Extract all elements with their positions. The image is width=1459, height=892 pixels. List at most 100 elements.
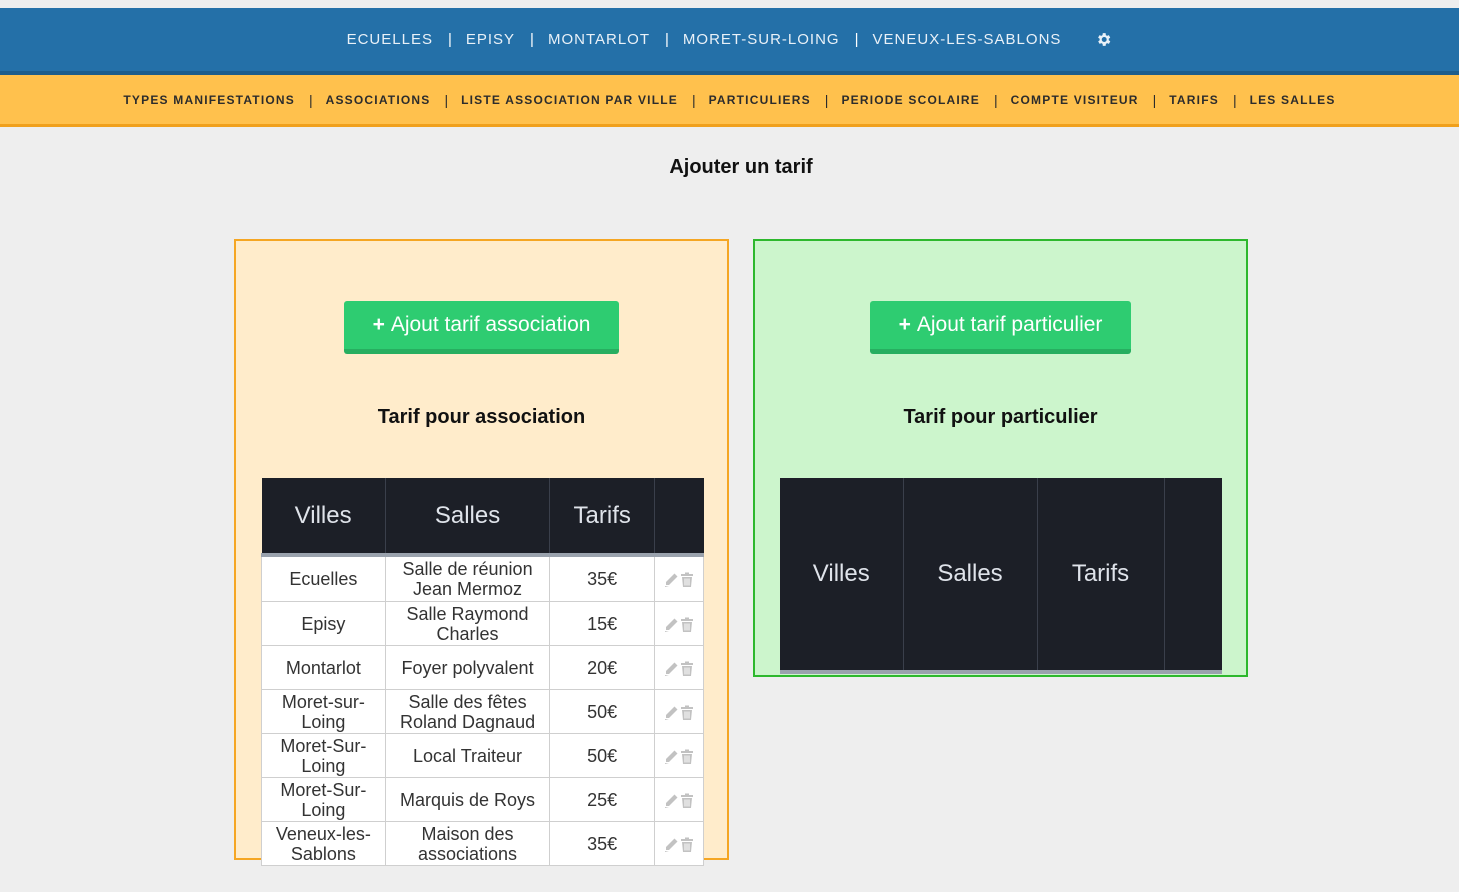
nav-link-episy[interactable]: EPISY — [466, 31, 515, 48]
subnav-types-manifestations[interactable]: TYPES MANIFESTATIONS — [123, 93, 295, 107]
column-header-villes: Villes — [261, 478, 386, 557]
nav-link-ecuelles[interactable]: ECUELLES — [347, 31, 433, 48]
add-particulier-tarif-label: Ajout tarif particulier — [916, 313, 1103, 336]
association-tarif-panel: + Ajout tarif association Tarif pour ass… — [234, 239, 729, 866]
gear-icon[interactable] — [1095, 31, 1112, 48]
column-header-tarifs: Tarifs — [549, 478, 656, 557]
subnav-tarifs[interactable]: TARIFS — [1169, 93, 1219, 107]
particulier-panel-title: Tarif pour particulier — [903, 406, 1098, 428]
cell-tarif: 50€ — [549, 733, 656, 778]
trash-icon[interactable] — [679, 749, 695, 765]
cell-salle: Foyer polyvalent — [384, 645, 551, 690]
cell-tarif: 25€ — [549, 777, 656, 822]
cell-salle: Maison des associations — [384, 821, 551, 866]
subnav-separator: | — [994, 91, 998, 108]
nav-separator: | — [665, 31, 669, 48]
trash-icon[interactable] — [679, 661, 695, 677]
pencil-icon[interactable] — [663, 837, 679, 853]
pencil-icon[interactable] — [663, 705, 679, 721]
add-association-tarif-button[interactable]: + Ajout tarif association — [344, 301, 619, 354]
subnav-separator: | — [308, 91, 313, 108]
trash-icon[interactable] — [679, 617, 695, 633]
plus-icon: + — [372, 313, 385, 336]
association-tarif-table: Villes Salles Tarifs Ecuelles Salle de r… — [261, 478, 704, 866]
trash-icon[interactable] — [679, 572, 695, 588]
particulier-tarif-table: Villes Salles Tarifs — [780, 478, 1222, 674]
column-header-salles: Salles — [385, 478, 551, 557]
cell-actions — [654, 821, 704, 866]
table-row: Veneux-les-Sablons Maison des associatio… — [261, 821, 704, 866]
cell-actions — [654, 554, 704, 602]
cell-salle: Salle de réunion Jean Mermoz — [384, 554, 551, 602]
cell-ville: Moret-Sur-Loing — [261, 777, 386, 822]
table-row: Episy Salle Raymond Charles 15€ — [261, 601, 704, 646]
cell-salle: Salle Raymond Charles — [384, 601, 551, 646]
cell-tarif: 15€ — [549, 601, 656, 646]
table-row: Moret-Sur-Loing Local Traiteur 50€ — [261, 733, 704, 778]
trash-icon[interactable] — [679, 705, 695, 721]
association-panel-title: Tarif pour association — [377, 406, 586, 428]
subnav-les-salles[interactable]: LES SALLES — [1250, 93, 1336, 107]
cell-actions — [654, 777, 704, 822]
subnav-particuliers[interactable]: PARTICULIERS — [709, 93, 811, 107]
cell-tarif: 35€ — [549, 554, 656, 602]
cell-ville: Veneux-les-Sablons — [261, 821, 386, 866]
trash-icon[interactable] — [679, 837, 695, 853]
cell-ville: Moret-Sur-Loing — [261, 733, 386, 778]
nav-separator: | — [447, 31, 452, 48]
subnav-periode-scolaire[interactable]: PERIODE SCOLAIRE — [841, 93, 980, 107]
table-row: Ecuelles Salle de réunion Jean Mermoz 35… — [261, 554, 704, 602]
cell-salle: Local Traiteur — [384, 733, 551, 778]
city-navbar: ECUELLES | EPISY | MONTARLOT | MORET-SUR… — [0, 8, 1459, 75]
gear-icon-svg — [1098, 33, 1111, 46]
table-header-row: Villes Salles Tarifs — [780, 478, 1222, 674]
cell-salle: Salle des fêtes Roland Dagnaud — [384, 689, 551, 734]
cell-ville: Moret-sur-Loing — [261, 689, 386, 734]
cell-actions — [654, 601, 704, 646]
table-row: Montarlot Foyer polyvalent 20€ — [261, 645, 704, 690]
subnav-separator: | — [824, 91, 829, 108]
add-association-tarif-label: Ajout tarif association — [390, 313, 591, 336]
pencil-icon[interactable] — [663, 617, 679, 633]
subnav-compte-visiteur[interactable]: COMPTE VISITEUR — [1011, 93, 1139, 107]
subnav-associations[interactable]: ASSOCIATIONS — [326, 93, 431, 107]
particulier-tarif-panel: + Ajout tarif particulier Tarif pour par… — [753, 239, 1248, 677]
admin-subnav: TYPES MANIFESTATIONS | ASSOCIATIONS | LI… — [0, 75, 1459, 127]
table-header-row: Villes Salles Tarifs — [261, 478, 704, 557]
subnav-separator: | — [444, 91, 449, 108]
pencil-icon[interactable] — [663, 793, 679, 809]
cell-ville: Montarlot — [261, 645, 386, 690]
cell-tarif: 35€ — [549, 821, 656, 866]
subnav-liste-association-par-ville[interactable]: LISTE ASSOCIATION PAR VILLE — [461, 93, 678, 107]
cell-tarif: 50€ — [549, 689, 656, 734]
nav-link-montarlot[interactable]: MONTARLOT — [548, 31, 650, 48]
cell-ville: Episy — [261, 601, 386, 646]
pencil-icon[interactable] — [663, 749, 679, 765]
trash-icon[interactable] — [679, 793, 695, 809]
page-title: Ajouter un tarif — [669, 156, 813, 178]
subnav-separator: | — [1232, 91, 1237, 108]
pencil-icon[interactable] — [663, 572, 679, 588]
top-strip — [0, 0, 1459, 8]
table-row: Moret-sur-Loing Salle des fêtes Roland D… — [261, 689, 704, 734]
column-header-tarifs: Tarifs — [1037, 478, 1165, 674]
cell-salle: Marquis de Roys — [384, 777, 551, 822]
nav-separator: | — [854, 31, 859, 48]
cell-tarif: 20€ — [549, 645, 656, 690]
cell-actions — [654, 689, 704, 734]
cell-actions — [654, 733, 704, 778]
column-header-actions — [654, 478, 704, 557]
table-row: Moret-Sur-Loing Marquis de Roys 25€ — [261, 777, 704, 822]
pencil-icon[interactable] — [663, 661, 679, 677]
nav-link-moret-sur-loing[interactable]: MORET-SUR-LOING — [683, 31, 840, 48]
add-particulier-tarif-button[interactable]: + Ajout tarif particulier — [870, 301, 1131, 354]
column-header-actions — [1164, 478, 1222, 674]
subnav-separator: | — [691, 91, 696, 108]
cell-ville: Ecuelles — [261, 554, 386, 602]
plus-icon: + — [898, 313, 911, 336]
subnav-separator: | — [1152, 91, 1157, 108]
column-header-villes: Villes — [780, 478, 904, 674]
nav-link-veneux-les-sablons[interactable]: VENEUX-LES-SABLONS — [873, 31, 1062, 48]
cell-actions — [654, 645, 704, 690]
column-header-salles: Salles — [903, 478, 1038, 674]
